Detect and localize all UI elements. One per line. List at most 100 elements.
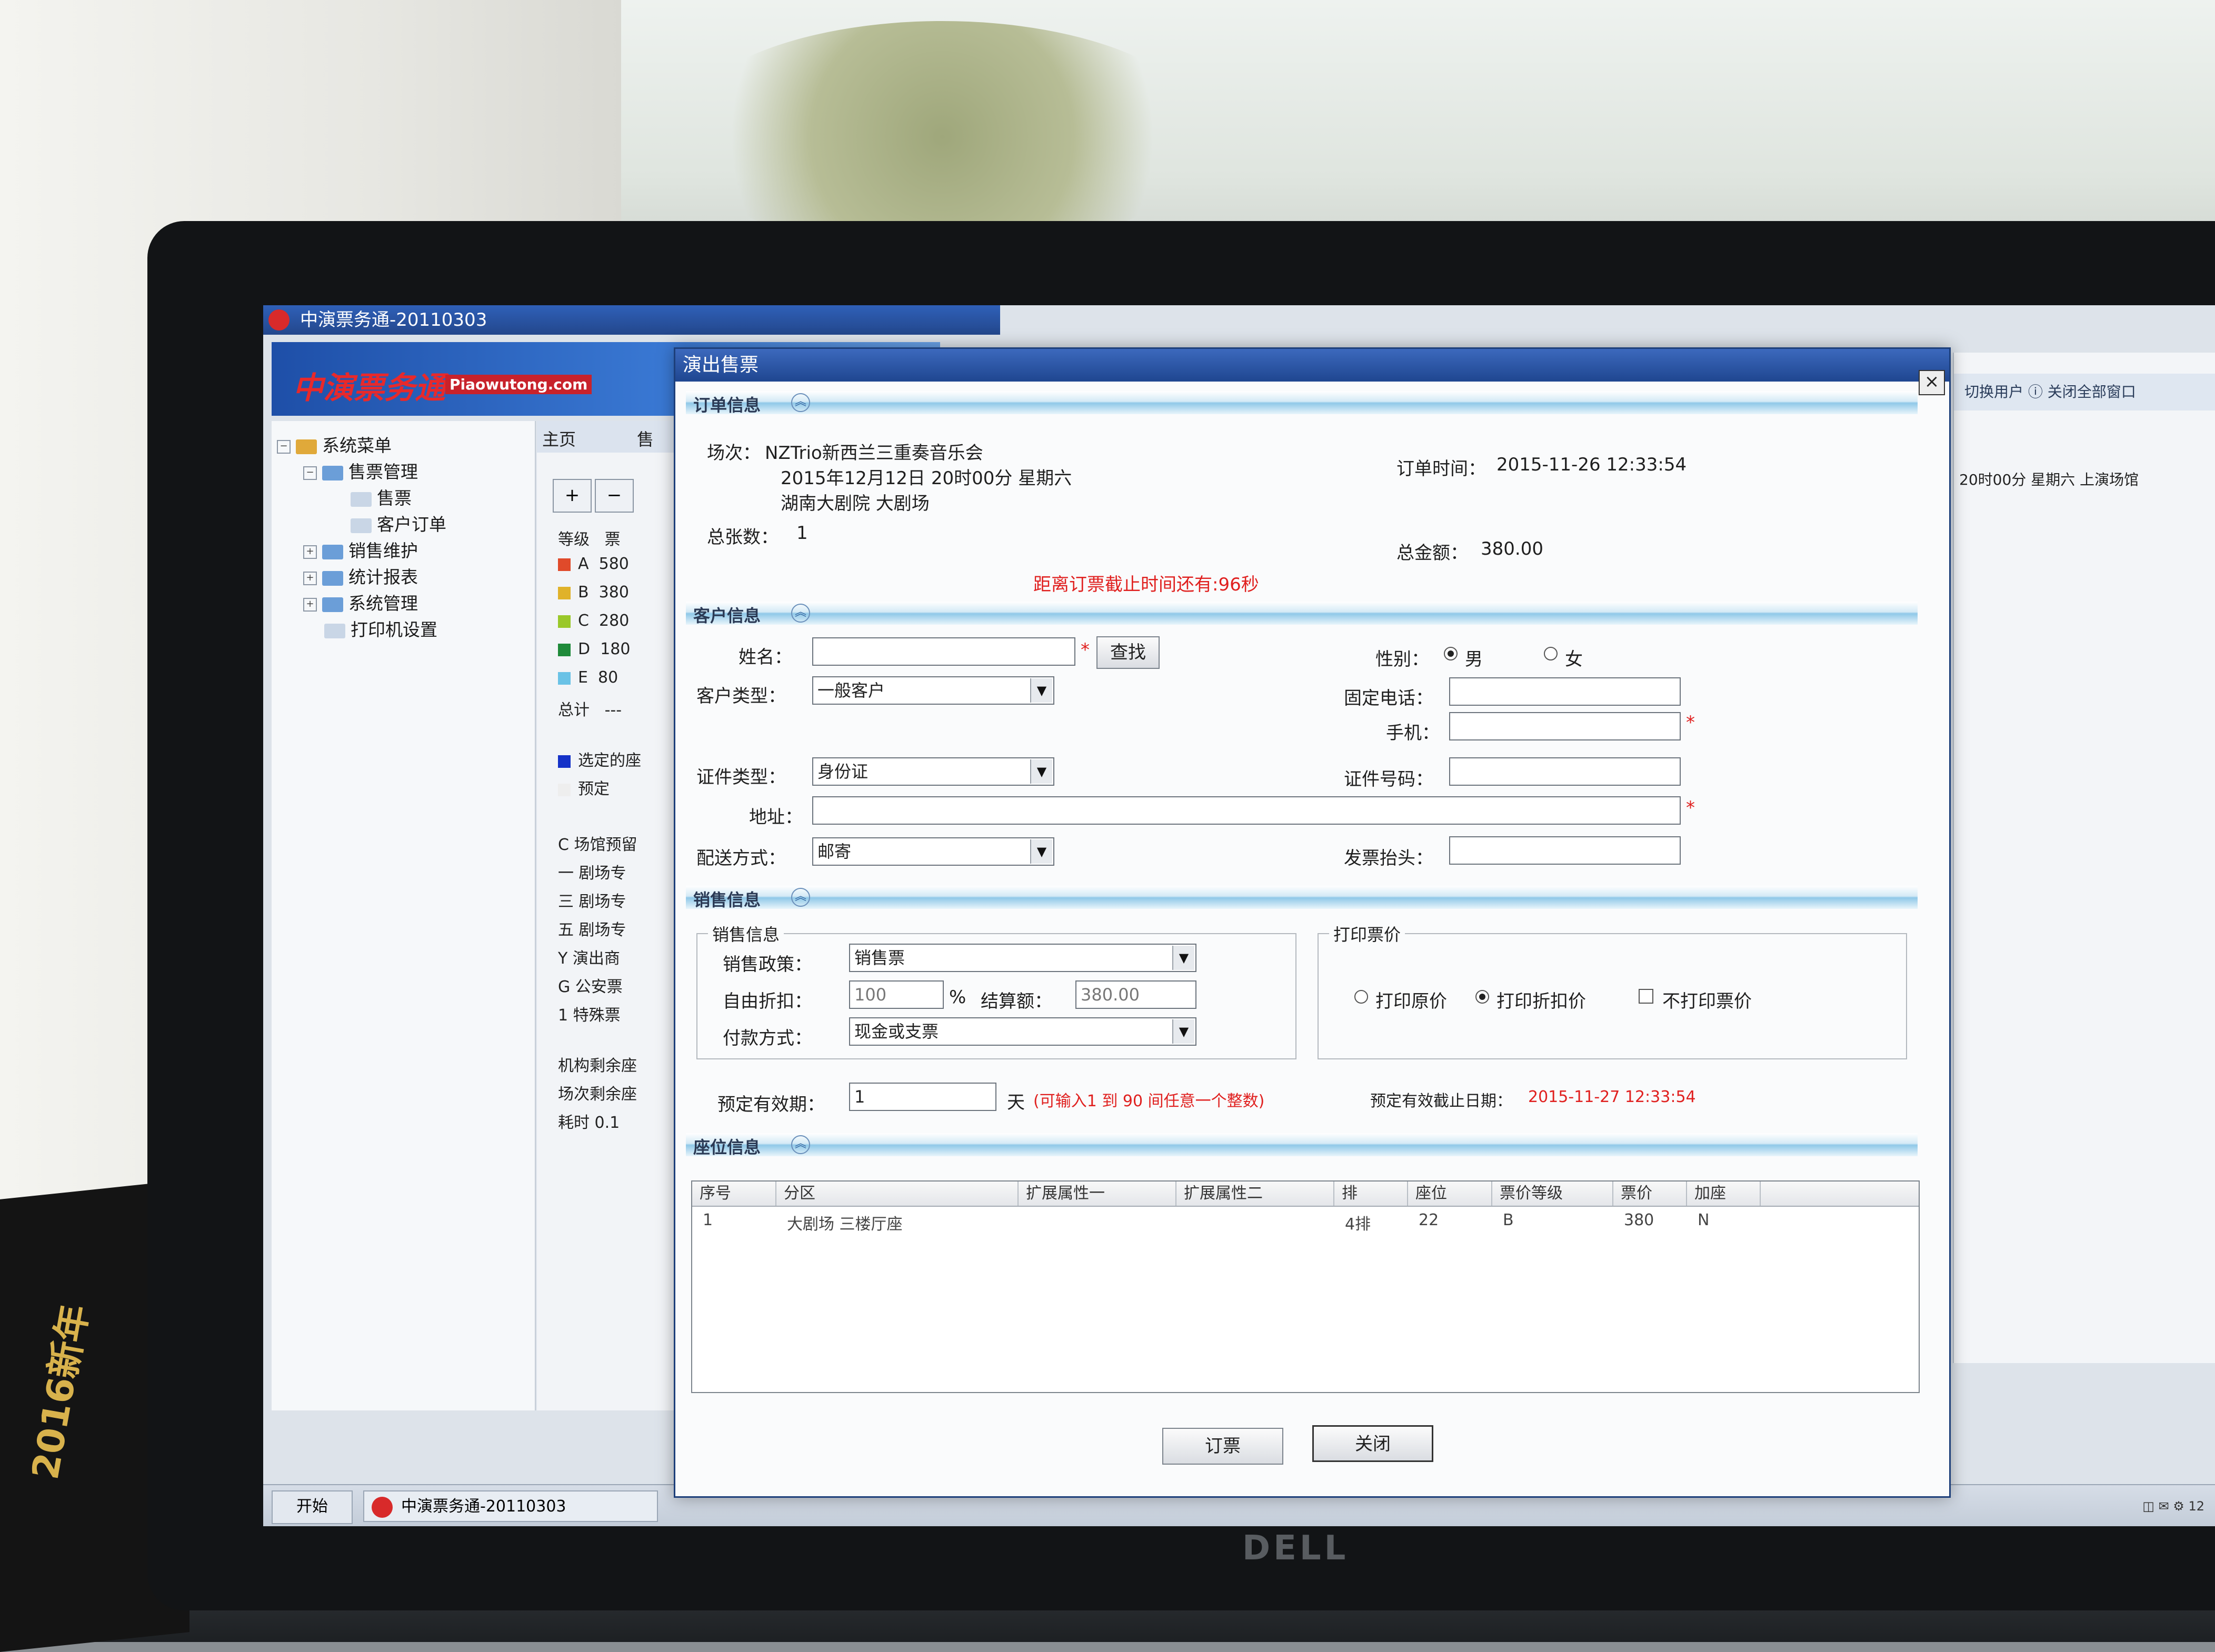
column-header[interactable]: 加座	[1687, 1182, 1761, 1206]
venue: 湖南大剧院 大剧场	[781, 493, 930, 514]
column-header[interactable]: 座位	[1408, 1182, 1492, 1206]
seat-table-header: 序号 分区 扩展属性一 扩展属性二 排 座位 票价等级 票价 加座	[692, 1182, 1919, 1207]
customer-type-label: 客户类型：	[696, 686, 786, 707]
chevron-down-icon[interactable]: ▼	[1030, 759, 1052, 784]
expand-icon[interactable]: +	[303, 597, 317, 612]
right-panel: 切换用户 ⓘ 关闭全部窗口 20时00分 星期六 上演场馆	[1953, 353, 2215, 1363]
system-tray[interactable]: ◫ ✉ ⚙ 12	[2036, 1491, 2204, 1521]
close-icon[interactable]: ×	[1919, 370, 1945, 395]
gender-male-radio[interactable]	[1444, 647, 1458, 660]
grade-color-swatch	[558, 586, 571, 599]
ticket-count-label: 总张数：	[707, 527, 779, 548]
sidebar-item-ticket-management[interactable]: − 售票管理	[303, 458, 418, 483]
screen: 中演票务通-20110303 中演票务通 Piaowutong.com − 系统菜…	[263, 305, 2215, 1526]
landline-input[interactable]	[1449, 677, 1681, 706]
chevron-up-icon[interactable]: ︽	[791, 393, 810, 412]
policy-label: 销售政策：	[723, 954, 812, 975]
customer-section-header[interactable]: 客户信息 ︽	[686, 602, 1918, 626]
gender-female-radio[interactable]	[1544, 647, 1558, 660]
delivery-label: 配送方式：	[696, 848, 786, 869]
valid-period-input[interactable]: 1	[849, 1083, 996, 1111]
chevron-down-icon[interactable]: ▼	[1172, 1019, 1194, 1044]
column-header[interactable]: 扩展属性一	[1019, 1182, 1176, 1206]
page-icon	[351, 492, 372, 507]
order-section-header[interactable]: 订单信息 ︽	[686, 391, 1918, 415]
no-print-label: 不打印票价	[1662, 991, 1752, 1012]
payment-label: 付款方式：	[723, 1028, 812, 1049]
seats-section-header[interactable]: 座位信息 ︽	[686, 1133, 1918, 1157]
payment-select[interactable]: 现金或支票 ▼	[849, 1017, 1196, 1046]
column-header[interactable]: 扩展属性二	[1176, 1182, 1334, 1206]
sidebar-item-sell-ticket[interactable]: 售票	[351, 484, 412, 509]
seat-type-item: 五 剧场专	[558, 921, 626, 939]
expand-icon[interactable]: +	[303, 571, 317, 585]
cell-extra: N	[1698, 1211, 1710, 1229]
chevron-down-icon[interactable]: ▼	[1030, 839, 1052, 864]
column-header[interactable]: 分区	[776, 1182, 1019, 1206]
folder-icon	[322, 465, 343, 480]
sidebar-item-sales-maintenance[interactable]: + 销售维护	[303, 537, 418, 562]
app-titlebar: 中演票务通-20110303	[263, 305, 1000, 335]
app-logo-en: Piaowutong.com	[445, 375, 592, 394]
zoom-in-button[interactable]: +	[553, 479, 592, 513]
collapse-icon[interactable]: −	[277, 439, 291, 454]
expand-icon[interactable]: +	[303, 545, 317, 559]
column-header[interactable]: 排	[1334, 1182, 1408, 1206]
invoice-title-input[interactable]	[1449, 836, 1681, 865]
taskbar-app-button[interactable]: 中演票务通-20110303	[363, 1490, 658, 1522]
grade-row: C 280	[558, 612, 629, 630]
chevron-up-icon[interactable]: ︽	[791, 888, 810, 907]
close-button[interactable]: 关闭	[1312, 1425, 1433, 1462]
id-number-input[interactable]	[1449, 757, 1681, 786]
column-header[interactable]: 票价等级	[1492, 1182, 1613, 1206]
sidebar-item-system-menu[interactable]: − 系统菜单	[277, 432, 392, 457]
cell-zone: 大剧场 三楼厅座	[787, 1215, 903, 1234]
sidebar-item-system-management[interactable]: + 系统管理	[303, 589, 418, 615]
print-discount-radio[interactable]	[1475, 990, 1489, 1004]
settle-amount-label: 结算额：	[981, 991, 1052, 1012]
search-button[interactable]: 查找	[1096, 636, 1160, 669]
grade-row: B 380	[558, 583, 629, 602]
right-toolbar[interactable]: 切换用户 ⓘ 关闭全部窗口	[1954, 374, 2215, 411]
start-button[interactable]: 开始	[272, 1490, 353, 1524]
sidebar-item-printer-settings[interactable]: 打印机设置	[324, 616, 437, 641]
sell-ticket-dialog: 演出售票 × 订单信息 ︽ 场次： NZTrio新西兰三重奏音乐会 2015年1…	[674, 347, 1951, 1498]
chevron-up-icon[interactable]: ︽	[791, 604, 810, 623]
chevron-down-icon[interactable]: ▼	[1030, 678, 1052, 703]
tab-home[interactable]: 主页	[542, 426, 576, 450]
seat-table: 序号 分区 扩展属性一 扩展属性二 排 座位 票价等级 票价 加座 1 大剧场 …	[691, 1180, 1920, 1393]
customer-type-select[interactable]: 一般客户 ▼	[812, 676, 1054, 705]
column-header[interactable]: 序号	[692, 1182, 776, 1206]
id-number-label: 证件号码：	[1344, 769, 1433, 790]
zoom-out-button[interactable]: −	[595, 479, 634, 513]
delivery-select[interactable]: 邮寄 ▼	[812, 837, 1054, 866]
grade-header: 等级 票	[558, 530, 621, 549]
name-input[interactable]	[812, 637, 1075, 666]
discount-input[interactable]: 100	[849, 980, 944, 1009]
percent-sign: %	[949, 987, 966, 1008]
column-header[interactable]: 票价	[1613, 1182, 1687, 1206]
grade-color-swatch	[558, 558, 571, 571]
chevron-down-icon[interactable]: ▼	[1172, 946, 1194, 970]
print-original-radio[interactable]	[1354, 990, 1368, 1004]
policy-select[interactable]: 销售票 ▼	[849, 944, 1196, 972]
footer-note: 耗时 0.1	[558, 1114, 620, 1132]
chevron-up-icon[interactable]: ︽	[791, 1135, 810, 1154]
valid-deadline-label: 预定有效截止日期：	[1370, 1092, 1512, 1110]
tab-sales[interactable]: 售	[637, 426, 654, 450]
sidebar-item-reports[interactable]: + 统计报表	[303, 563, 418, 588]
gender-male-label: 男	[1465, 649, 1483, 670]
id-type-select[interactable]: 身份证 ▼	[812, 757, 1054, 786]
no-print-checkbox[interactable]	[1639, 989, 1653, 1004]
collapse-icon[interactable]: −	[303, 466, 317, 480]
monitor-brand-logo: DELL	[1242, 1529, 1349, 1568]
tree-outside	[674, 21, 1211, 253]
address-input[interactable]	[812, 796, 1681, 825]
valid-period-label: 预定有效期：	[717, 1094, 825, 1115]
page-icon	[351, 518, 372, 533]
book-button[interactable]: 订票	[1162, 1428, 1283, 1465]
sales-section-header[interactable]: 销售信息 ︽	[686, 886, 1918, 910]
mobile-input[interactable]	[1449, 712, 1681, 740]
settle-amount-input[interactable]: 380.00	[1075, 980, 1196, 1009]
sidebar-item-customer-orders[interactable]: 客户订单	[351, 510, 446, 536]
